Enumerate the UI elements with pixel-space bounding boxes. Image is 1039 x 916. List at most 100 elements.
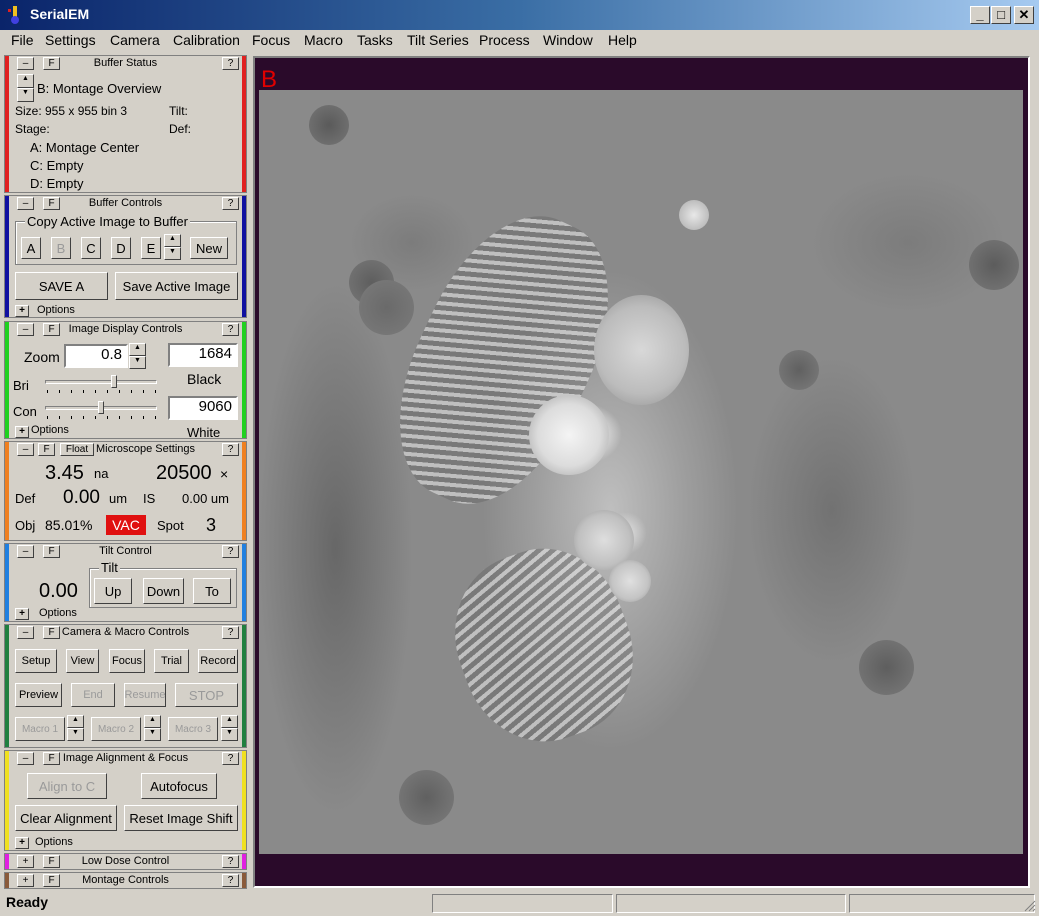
expand-options-button[interactable]: + bbox=[15, 426, 29, 438]
expand-options-button[interactable]: + bbox=[15, 608, 29, 620]
spin-up-icon[interactable]: ▲ bbox=[17, 74, 34, 88]
buffer-spinner[interactable]: ▲ ▼ bbox=[17, 74, 34, 102]
help-button[interactable]: ? bbox=[222, 323, 239, 336]
tilt-down-button[interactable]: Down bbox=[143, 578, 184, 604]
macro-2-spinner[interactable]: ▲ ▼ bbox=[144, 715, 161, 741]
spin-up-icon[interactable]: ▲ bbox=[221, 715, 238, 728]
help-button[interactable]: ? bbox=[222, 57, 239, 70]
expand-options-button[interactable]: + bbox=[15, 837, 29, 849]
menu-window[interactable]: Window bbox=[543, 32, 593, 48]
help-button[interactable]: ? bbox=[222, 855, 239, 868]
help-button[interactable]: ? bbox=[222, 874, 239, 887]
contrast-slider-thumb[interactable] bbox=[98, 401, 104, 414]
low-dose-panel: + F Low Dose Control ? bbox=[4, 853, 247, 870]
options-label: Options bbox=[31, 424, 69, 436]
copy-to-c-button[interactable]: C bbox=[81, 237, 101, 259]
macro-3-button[interactable]: Macro 3 bbox=[168, 717, 218, 741]
clear-alignment-button[interactable]: Clear Alignment bbox=[15, 805, 117, 831]
focus-button[interactable]: Focus bbox=[109, 649, 145, 673]
stage-label: Stage: bbox=[15, 122, 50, 136]
new-buffer-button[interactable]: New bbox=[190, 237, 228, 259]
save-active-image-button[interactable]: Save Active Image bbox=[115, 272, 238, 300]
zoom-label: Zoom bbox=[24, 349, 60, 365]
setup-button[interactable]: Setup bbox=[15, 649, 57, 673]
autofocus-button[interactable]: Autofocus bbox=[141, 773, 217, 799]
menu-settings[interactable]: Settings bbox=[45, 32, 96, 48]
spin-up-icon[interactable]: ▲ bbox=[144, 715, 161, 728]
copy-to-b-button[interactable]: B bbox=[51, 237, 71, 259]
image-size: Size: 955 x 955 bin 3 bbox=[15, 104, 128, 118]
help-button[interactable]: ? bbox=[222, 752, 239, 765]
micrograph-feature bbox=[679, 200, 709, 230]
macro-3-spinner[interactable]: ▲ ▼ bbox=[221, 715, 238, 741]
black-level-input[interactable]: 1684 bbox=[168, 343, 238, 367]
record-button[interactable]: Record bbox=[198, 649, 238, 673]
close-button[interactable]: ✕ bbox=[1014, 6, 1034, 24]
panel-header: – F Tilt Control ? bbox=[5, 544, 246, 559]
save-a-button[interactable]: SAVE A bbox=[15, 272, 108, 300]
expand-options-button[interactable]: + bbox=[15, 305, 29, 317]
menu-process[interactable]: Process bbox=[479, 32, 530, 48]
end-button[interactable]: End bbox=[71, 683, 115, 707]
resize-grip-icon[interactable] bbox=[1024, 900, 1036, 912]
spin-down-icon[interactable]: ▼ bbox=[221, 728, 238, 741]
stop-button[interactable]: STOP bbox=[175, 683, 238, 707]
copy-buffer-group-label: Copy Active Image to Buffer bbox=[25, 214, 190, 229]
tilt-up-button[interactable]: Up bbox=[94, 578, 132, 604]
buffer-e-spinner[interactable]: ▲ ▼ bbox=[164, 234, 181, 260]
spin-down-icon[interactable]: ▼ bbox=[164, 247, 181, 260]
reset-image-shift-button[interactable]: Reset Image Shift bbox=[124, 805, 238, 831]
copy-to-d-button[interactable]: D bbox=[111, 237, 131, 259]
menu-macro[interactable]: Macro bbox=[304, 32, 343, 48]
view-button[interactable]: View bbox=[66, 649, 99, 673]
copy-to-e-button[interactable]: E bbox=[141, 237, 161, 259]
panel-color-stripe bbox=[5, 625, 9, 747]
macro-2-button[interactable]: Macro 2 bbox=[91, 717, 141, 741]
zoom-spinner[interactable]: ▲ ▼ bbox=[129, 343, 146, 369]
trial-button[interactable]: Trial bbox=[154, 649, 189, 673]
panel-color-stripe bbox=[242, 56, 246, 192]
macro-1-button[interactable]: Macro 1 bbox=[15, 717, 65, 741]
resume-button[interactable]: Resume bbox=[124, 683, 166, 707]
image-view[interactable]: B bbox=[253, 56, 1030, 888]
help-button[interactable]: ? bbox=[222, 443, 239, 456]
help-button[interactable]: ? bbox=[222, 545, 239, 558]
collapse-button[interactable]: – bbox=[17, 443, 34, 456]
spin-up-icon[interactable]: ▲ bbox=[67, 715, 84, 728]
panel-header: – F Buffer Status ? bbox=[5, 56, 246, 71]
spin-down-icon[interactable]: ▼ bbox=[129, 356, 146, 369]
align-to-c-button[interactable]: Align to C bbox=[27, 773, 107, 799]
spin-up-icon[interactable]: ▲ bbox=[164, 234, 181, 247]
menu-help[interactable]: Help bbox=[608, 32, 637, 48]
micrograph-image[interactable] bbox=[259, 90, 1023, 854]
slider-ticks bbox=[47, 390, 157, 393]
options-label: Options bbox=[35, 836, 73, 848]
minimize-button[interactable]: _ bbox=[970, 6, 990, 24]
panel-color-stripe bbox=[242, 625, 246, 747]
copy-to-a-button[interactable]: A bbox=[21, 237, 41, 259]
menu-calibration[interactable]: Calibration bbox=[173, 32, 240, 48]
menu-file[interactable]: File bbox=[11, 32, 34, 48]
white-level-input[interactable]: 9060 bbox=[168, 396, 238, 420]
spin-up-icon[interactable]: ▲ bbox=[129, 343, 146, 356]
tilt-to-button[interactable]: To bbox=[193, 578, 231, 604]
help-button[interactable]: ? bbox=[222, 197, 239, 210]
brightness-slider-thumb[interactable] bbox=[110, 375, 117, 388]
panel-color-stripe bbox=[5, 196, 9, 317]
maximize-button[interactable]: □ bbox=[991, 6, 1011, 24]
spin-down-icon[interactable]: ▼ bbox=[17, 88, 34, 102]
buffer-d-status: D: Empty bbox=[30, 176, 84, 191]
menu-tasks[interactable]: Tasks bbox=[357, 32, 393, 48]
menu-focus[interactable]: Focus bbox=[252, 32, 290, 48]
macro-1-spinner[interactable]: ▲ ▼ bbox=[67, 715, 84, 741]
brightness-slider[interactable] bbox=[45, 380, 157, 384]
panel-header: + F Montage Controls ? bbox=[5, 873, 246, 888]
help-button[interactable]: ? bbox=[222, 626, 239, 639]
zoom-input[interactable]: 0.8 bbox=[64, 344, 128, 368]
spin-down-icon[interactable]: ▼ bbox=[144, 728, 161, 741]
micrograph-feature bbox=[969, 240, 1019, 290]
menu-camera[interactable]: Camera bbox=[110, 32, 160, 48]
menu-tilt-series[interactable]: Tilt Series bbox=[407, 32, 469, 48]
spin-down-icon[interactable]: ▼ bbox=[67, 728, 84, 741]
preview-button[interactable]: Preview bbox=[15, 683, 62, 707]
